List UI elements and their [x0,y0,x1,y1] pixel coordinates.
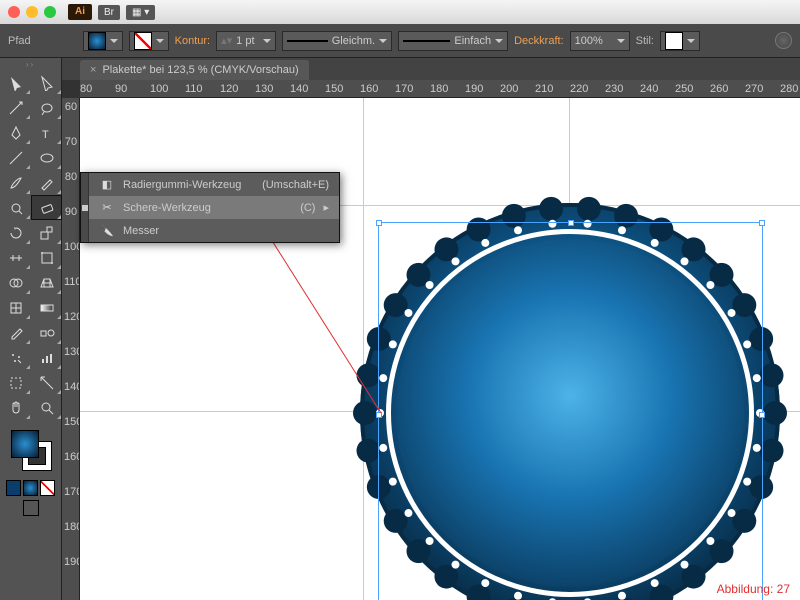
stroke-weight-value: 1 pt [236,35,254,47]
slice-tool[interactable] [31,370,62,395]
flyout-item-messer[interactable]: 🔪 Messer [89,219,339,242]
document-tab-bar: × Plakette* bei 123,5 % (CMYK/Vorschau) [0,58,800,80]
ellipse-tool[interactable] [31,145,62,170]
app-logo-icon: Ai [68,4,92,20]
eraser-tool[interactable] [31,195,62,220]
flyout-item-radiergummi-werkzeug[interactable]: ◧ Radiergummi-Werkzeug (Umschalt+E) [89,173,339,196]
fill-stroke-swatch[interactable] [11,430,51,470]
tool-icon: 🔪 [99,224,115,237]
flyout-item-shortcut: (C) [300,202,315,214]
paintbrush-tool[interactable] [0,170,31,195]
none-mode-icon[interactable] [40,480,55,496]
style-dropdown[interactable] [660,31,700,51]
window-titlebar: Ai Br ▦ ▾ [0,0,800,24]
control-bar: Pfad Kontur: ▴▾1 pt Gleichm. Einfach Dec… [0,24,800,58]
symbol-sprayer-tool[interactable] [0,345,31,370]
flyout-item-label: Radiergummi-Werkzeug [123,179,241,191]
screen-mode-icon[interactable] [23,500,39,516]
opacity-dropdown[interactable]: 100% [570,31,630,51]
free-transform-tool[interactable] [31,245,62,270]
brush-value: Einfach [454,35,491,47]
scale-tool[interactable] [31,220,62,245]
mesh-tool[interactable] [0,295,31,320]
pen-tool[interactable] [0,120,31,145]
stroke-swatch-dropdown[interactable] [129,31,169,51]
line-tool[interactable] [0,145,31,170]
horizontal-ruler[interactable]: 8090100110120130140150160170180190200210… [80,80,800,98]
panel-grip[interactable]: ›› [0,58,61,70]
color-mode-icon[interactable] [6,480,21,496]
hand-tool[interactable] [0,395,31,420]
lasso-tool[interactable] [31,95,62,120]
brush-dropdown[interactable]: Einfach [398,31,508,51]
flyout-item-label: Schere-Werkzeug [123,202,211,214]
type-tool[interactable]: T [31,120,62,145]
shape-builder-tool[interactable] [0,270,31,295]
rotate-tool[interactable] [0,220,31,245]
tool-icon: ◧ [99,178,115,191]
artboard-tool[interactable] [0,370,31,395]
stroke-profile-value: Gleichm. [332,35,375,47]
perspective-grid-tool[interactable] [31,270,62,295]
tool-icon: ✂ [99,201,115,214]
blend-tool[interactable] [31,320,62,345]
bridge-button[interactable]: Br [98,5,120,20]
vertical-ruler[interactable]: 60708090100110120130140150160170180190 [62,98,80,600]
zoom-window-icon[interactable] [44,6,56,18]
minimize-window-icon[interactable] [26,6,38,18]
selection-bounds [378,222,763,600]
tool-flyout-menu: ◧ Radiergummi-Werkzeug (Umschalt+E) ✂ Sc… [80,172,340,243]
recolor-artwork-icon[interactable] [775,32,792,49]
figure-caption: Abbildung: 27 [717,582,790,596]
submenu-arrow-icon: ▸ [323,201,329,214]
eyedropper-tool[interactable] [0,320,31,345]
document-tab-title: Plakette* bei 123,5 % (CMYK/Vorschau) [102,64,298,76]
gradient-tool[interactable] [31,295,62,320]
document-tab[interactable]: × Plakette* bei 123,5 % (CMYK/Vorschau) [80,60,309,80]
direct-selection-tool[interactable] [31,70,62,95]
flyout-item-schere-werkzeug[interactable]: ✂ Schere-Werkzeug (C) ▸ [89,196,339,219]
stroke-weight-dropdown[interactable]: ▴▾1 pt [216,31,276,51]
opacity-value: 100% [575,35,603,47]
graph-tool[interactable] [31,345,62,370]
flyout-item-shortcut: (Umschalt+E) [262,179,329,191]
opacity-label: Deckkraft: [514,35,564,47]
stroke-label: Kontur: [175,35,210,47]
style-label: Stil: [636,35,654,47]
gradient-mode-icon[interactable] [23,480,38,496]
blob-brush-tool[interactable] [0,195,31,220]
object-type-label: Pfad [8,35,31,47]
width-tool[interactable] [0,245,31,270]
selection-tool[interactable] [0,70,31,95]
arrange-documents-button[interactable]: ▦ ▾ [126,5,155,20]
close-tab-icon[interactable]: × [90,64,96,76]
stroke-profile-dropdown[interactable]: Gleichm. [282,31,392,51]
toolbox-panel: ›› T [0,58,62,600]
flyout-item-label: Messer [123,225,159,237]
magic-wand-tool[interactable] [0,95,31,120]
svg-text:T: T [42,129,49,141]
close-window-icon[interactable] [8,6,20,18]
fill-swatch-dropdown[interactable] [83,31,123,51]
pencil-tool[interactable] [31,170,62,195]
zoom-tool[interactable] [31,395,62,420]
